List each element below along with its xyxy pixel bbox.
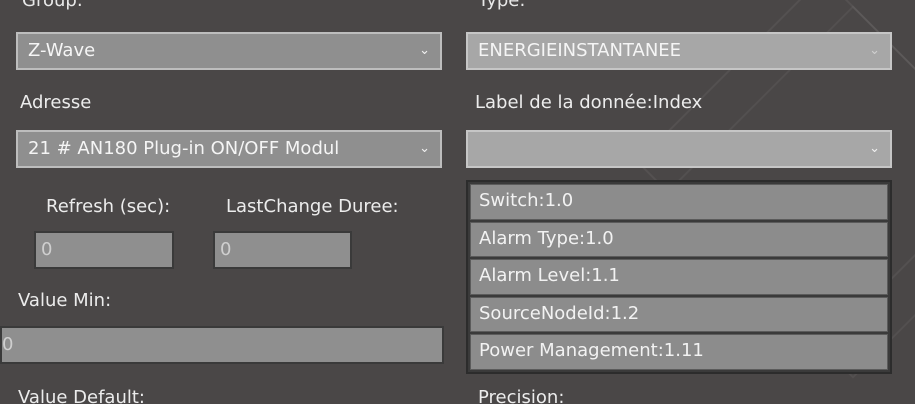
group-label: Group: bbox=[22, 0, 83, 11]
driver-select-value: Z-Wave bbox=[28, 40, 96, 61]
data-label-select[interactable]: ⌄ bbox=[466, 130, 892, 168]
dropdown-option-alarm-type[interactable]: Alarm Type:1.0 bbox=[470, 221, 888, 258]
dropdown-option-alarm-level[interactable]: Alarm Level:1.1 bbox=[470, 259, 888, 295]
value-default-label: Value Default: bbox=[18, 387, 145, 404]
data-label-dropdown-list: Switch:1.0 Alarm Type:1.0 Alarm Level:1.… bbox=[466, 180, 892, 374]
refresh-label: Refresh (sec): bbox=[46, 196, 171, 217]
refresh-input[interactable]: 0 bbox=[34, 231, 174, 269]
data-label-label: Label de la donnée:Index bbox=[475, 92, 703, 113]
lastchange-label: LastChange Duree: bbox=[226, 196, 399, 217]
chevron-down-icon: ⌄ bbox=[869, 141, 880, 156]
address-select[interactable]: 21 # AN180 Plug-in ON/OFF Modul ⌄ bbox=[16, 130, 442, 168]
chevron-down-icon: ⌄ bbox=[869, 43, 880, 58]
dropdown-option-power-management[interactable]: Power Management:1.11 bbox=[470, 334, 888, 370]
driver-select[interactable]: Z-Wave ⌄ bbox=[16, 32, 442, 70]
dropdown-option-source-node-id[interactable]: SourceNodeId:1.2 bbox=[470, 296, 888, 333]
type-select[interactable]: ENERGIEINSTANTANEE ⌄ bbox=[466, 32, 892, 70]
type-select-value: ENERGIEINSTANTANEE bbox=[478, 40, 682, 61]
value-min-label: Value Min: bbox=[18, 290, 112, 311]
address-label: Adresse bbox=[20, 92, 92, 113]
precision-label: Precision: bbox=[478, 387, 565, 404]
device-config-panel: Group: Type: Z-Wave ⌄ ENERGIEINSTANTANEE… bbox=[0, 0, 915, 404]
lastchange-input[interactable]: 0 bbox=[213, 231, 352, 269]
value-min-input[interactable]: 0 bbox=[0, 326, 444, 364]
address-select-value: 21 # AN180 Plug-in ON/OFF Modul bbox=[28, 138, 340, 159]
type-label: Type: bbox=[478, 0, 526, 11]
chevron-down-icon: ⌄ bbox=[419, 43, 430, 58]
dropdown-option-switch[interactable]: Switch:1.0 bbox=[470, 184, 888, 220]
chevron-down-icon: ⌄ bbox=[419, 141, 430, 156]
